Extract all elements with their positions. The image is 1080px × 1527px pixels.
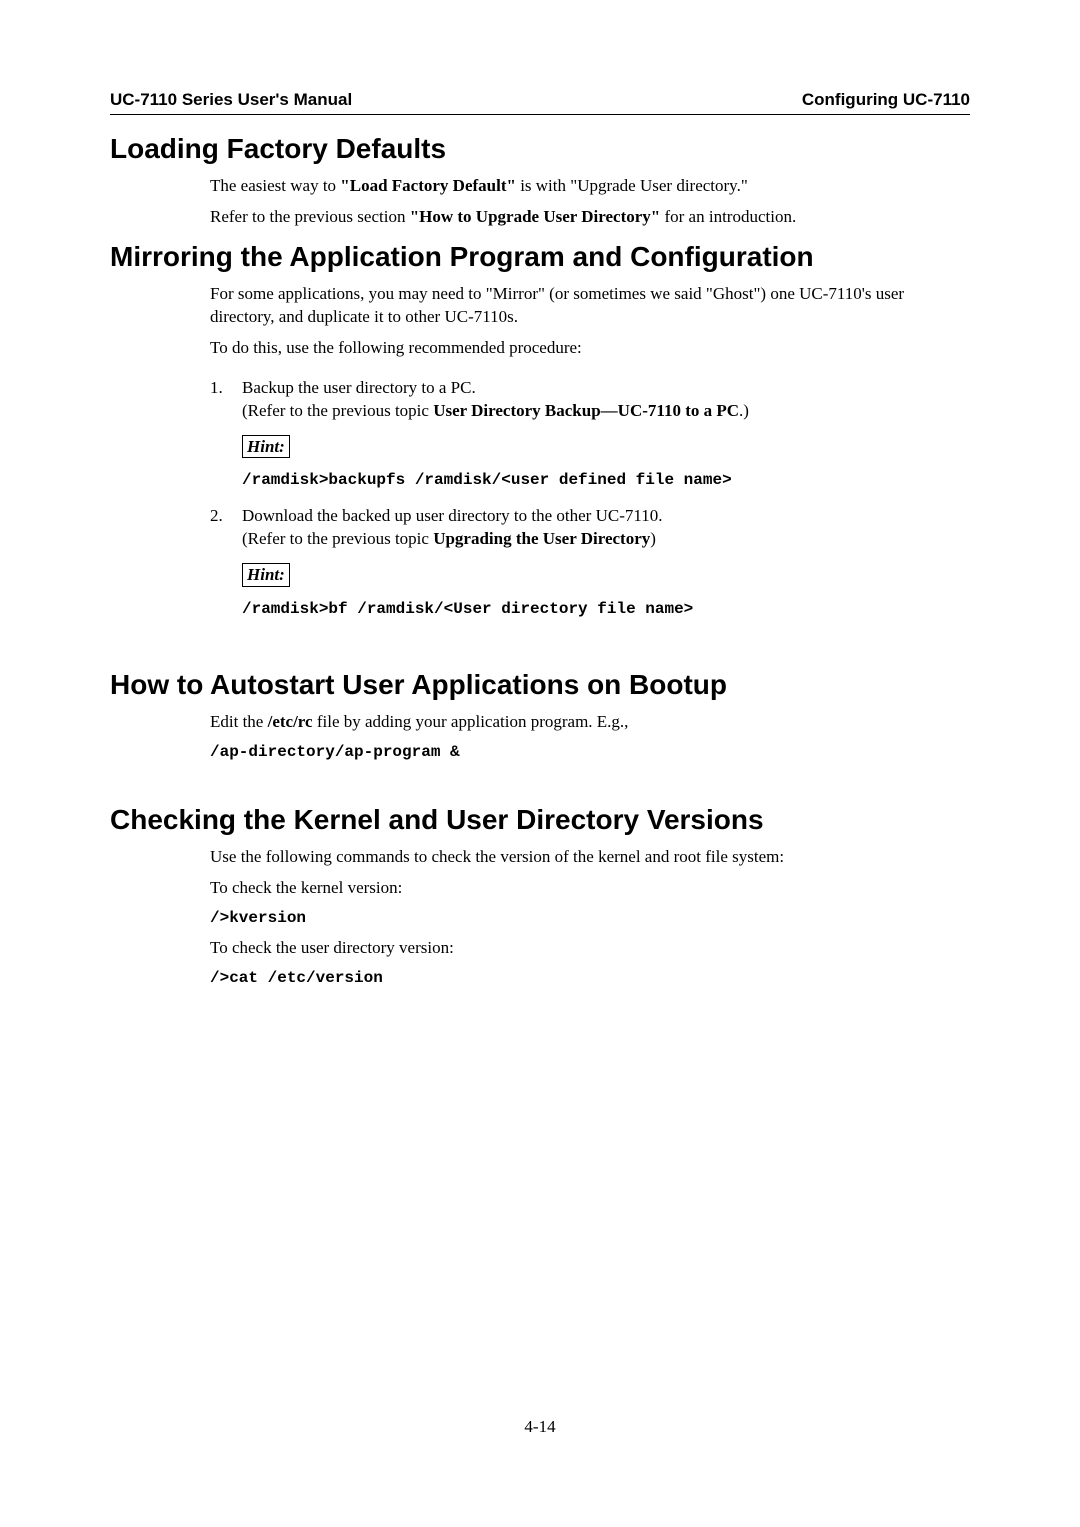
running-header: UC-7110 Series User's Manual Configuring… (110, 90, 970, 115)
command-text: /ramdisk>backupfs /ramdisk/<user defined… (242, 471, 732, 489)
text: for an introduction. (660, 207, 796, 226)
paragraph: Refer to the previous section "How to Up… (210, 206, 970, 229)
text-bold: "Load Factory Default" (340, 176, 516, 195)
page-content: UC-7110 Series User's Manual Configuring… (0, 0, 1080, 1038)
command-text: />kversion (210, 908, 970, 930)
section-title-checking: Checking the Kernel and User Directory V… (110, 804, 970, 836)
paragraph: Edit the /etc/rc file by adding your app… (210, 711, 970, 734)
procedure-list: Backup the user directory to a PC. (Refe… (210, 377, 970, 620)
header-left: UC-7110 Series User's Manual (110, 90, 352, 110)
text: (Refer to the previous topic (242, 529, 433, 548)
text: Refer to the previous section (210, 207, 410, 226)
command-text: />cat /etc/version (210, 968, 970, 990)
section-title-loading-defaults: Loading Factory Defaults (110, 133, 970, 165)
hint-label: Hint: (242, 435, 290, 458)
paragraph: Use the following commands to check the … (210, 846, 970, 869)
paragraph: To check the user directory version: (210, 937, 970, 960)
paragraph: For some applications, you may need to "… (210, 283, 970, 329)
section-body-checking: Use the following commands to check the … (210, 846, 970, 990)
text: .) (739, 401, 749, 420)
text: Backup the user directory to a PC. (242, 378, 476, 397)
text: ) (650, 529, 656, 548)
text-bold: User Directory Backup—UC-7110 to a PC (433, 401, 739, 420)
paragraph: To do this, use the following recommende… (210, 337, 970, 360)
text-bold: "How to Upgrade User Directory" (410, 207, 661, 226)
text: file by adding your application program.… (313, 712, 629, 731)
section-title-autostart: How to Autostart User Applications on Bo… (110, 669, 970, 701)
list-item: Backup the user directory to a PC. (Refe… (210, 377, 970, 492)
section-body-loading-defaults: The easiest way to "Load Factory Default… (210, 175, 970, 229)
text: The easiest way to (210, 176, 340, 195)
paragraph: To check the kernel version: (210, 877, 970, 900)
header-right: Configuring UC-7110 (802, 90, 970, 110)
section-title-mirroring: Mirroring the Application Program and Co… (110, 241, 970, 273)
text: is with "Upgrade User directory." (516, 176, 748, 195)
hint-label: Hint: (242, 563, 290, 586)
command-text: /ramdisk>bf /ramdisk/<User directory fil… (242, 600, 693, 618)
text-bold: Upgrading the User Directory (433, 529, 650, 548)
text-bold: /etc/rc (268, 712, 313, 731)
section-body-autostart: Edit the /etc/rc file by adding your app… (210, 711, 970, 764)
section-body-mirroring: For some applications, you may need to "… (210, 283, 970, 620)
text: Download the backed up user directory to… (242, 506, 662, 525)
command-text: /ap-directory/ap-program & (210, 742, 970, 764)
text: (Refer to the previous topic (242, 401, 433, 420)
paragraph: The easiest way to "Load Factory Default… (210, 175, 970, 198)
text: Edit the (210, 712, 268, 731)
page-number: 4-14 (0, 1417, 1080, 1437)
list-item: Download the backed up user directory to… (210, 505, 970, 620)
